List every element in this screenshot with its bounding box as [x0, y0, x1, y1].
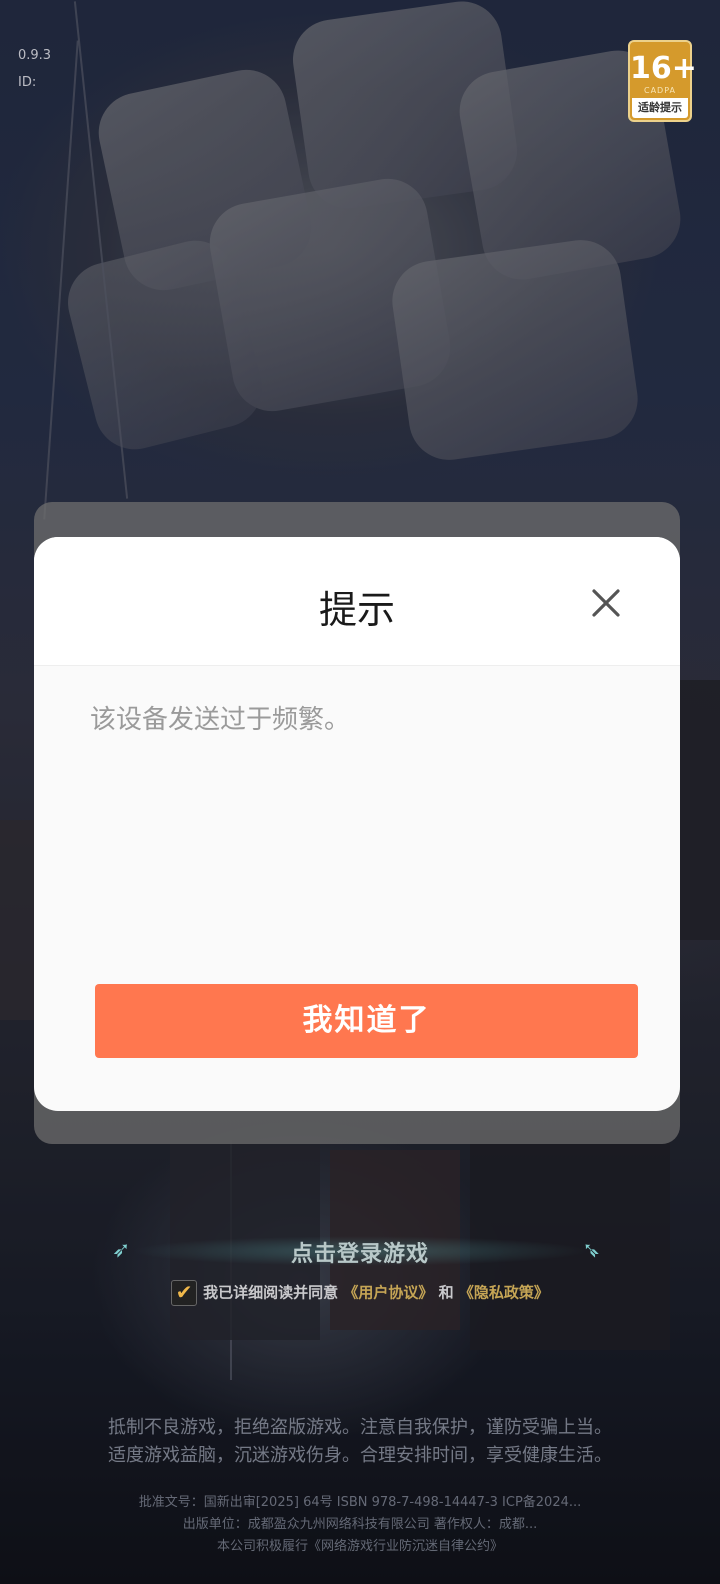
dialog-message: 该设备发送过于频繁。 — [90, 705, 351, 735]
agreement-text: 我已详细阅读并同意 — [203, 1283, 339, 1302]
close-icon[interactable] — [586, 583, 626, 623]
right-arrow-icon: ➶ — [582, 1238, 601, 1263]
health-notice-line1: 抵制不良游戏，拒绝盗版游戏。注意自我保护，谨防受骗上当。 — [108, 1417, 612, 1438]
user-id: ID: — [18, 75, 37, 90]
legal-line2: 出版单位：成都盈众九州网络科技有限公司 著作权人：成都... — [182, 1517, 538, 1532]
user-agreement-link[interactable]: 《用户协议》 — [343, 1284, 433, 1302]
legal-line3: 本公司积极履行《网络游戏行业防沉迷自律公约》 — [216, 1539, 503, 1554]
login-row[interactable]: ➶ 点击登录游戏 ➶ — [0, 1230, 720, 1274]
alert-dialog: 提示 该设备发送过于频繁。 我知道了 — [34, 537, 680, 1111]
agreement-checkbox[interactable]: ✔ — [171, 1280, 198, 1306]
version-number: 0.9.3 — [18, 48, 52, 63]
version-info: 0.9.3 ID: — [18, 42, 51, 96]
age-rating-badge[interactable]: 16+ CADPA 适龄提示 — [628, 40, 697, 122]
dialog-header: 提示 — [34, 537, 680, 666]
age-rating-org: CADPA — [643, 86, 676, 95]
acknowledge-button[interactable]: 我知道了 — [95, 984, 638, 1058]
dialog-title: 提示 — [318, 588, 395, 632]
tap-to-login-button[interactable]: 点击登录游戏 — [0, 1236, 720, 1268]
age-rating: 16+ — [630, 51, 697, 86]
agreement-and: 和 — [438, 1283, 454, 1302]
legal-info: 批准文号：国新出审[2025] 64号 ISBN 978-7-498-14447… — [0, 1492, 720, 1558]
age-rating-tip: 适龄提示 — [632, 98, 688, 118]
legal-line1: 批准文号：国新出审[2025] 64号 ISBN 978-7-498-14447… — [138, 1495, 582, 1510]
health-notice-line2: 适度游戏益脑，沉迷游戏伤身。合理安排时间，享受健康生活。 — [108, 1445, 612, 1466]
agreement-row: ✔ 我已详细阅读并同意 《用户协议》 和 《隐私政策》 — [0, 1280, 720, 1306]
privacy-policy-link[interactable]: 《隐私政策》 — [459, 1284, 549, 1302]
health-notice: 抵制不良游戏，拒绝盗版游戏。注意自我保护，谨防受骗上当。 适度游戏益脑，沉迷游戏… — [0, 1414, 720, 1470]
